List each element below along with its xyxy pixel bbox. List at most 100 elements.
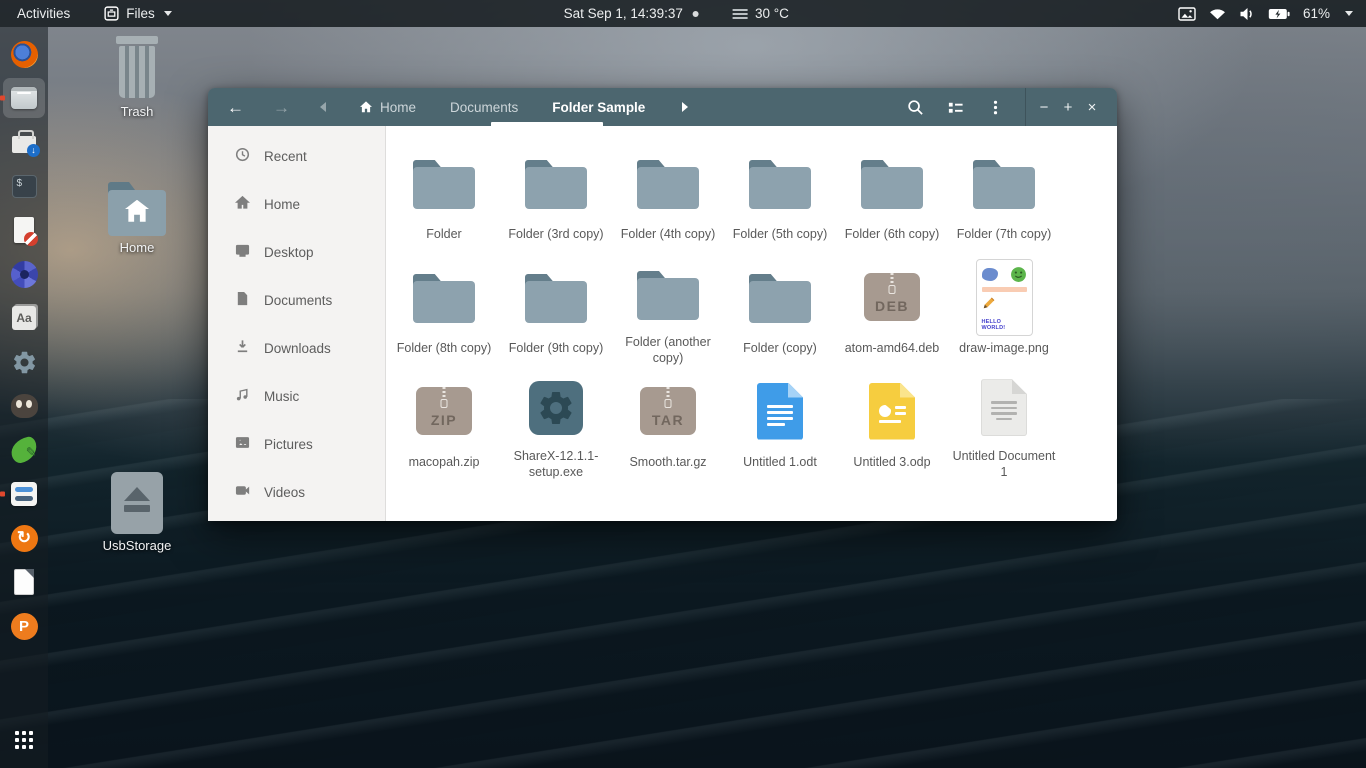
sidebar-item-videos[interactable]: Videos [208,468,385,516]
file-name: macopah.zip [409,454,480,470]
terminal-icon: $ [12,175,37,198]
battery-percent: 61% [1303,6,1330,21]
file-item[interactable]: Folder (8th copy) [390,252,498,366]
odt-document-icon [757,383,803,440]
breadcrumb-folder-sample[interactable]: Folder Sample [535,100,662,115]
file-item[interactable]: ShareX-12.1.1-setup.exe [502,366,610,480]
folder-icon [413,157,475,209]
videos-icon [235,483,250,501]
maximize-button[interactable]: + [1056,88,1080,126]
sidebar-item-music[interactable]: Music [208,372,385,420]
minimize-button[interactable]: − [1032,88,1056,126]
sidebar-item-pictures[interactable]: Pictures [208,420,385,468]
file-item[interactable]: Untitled 1.odt [726,366,834,480]
breadcrumb-label: Folder Sample [552,100,645,115]
volume-icon [1239,7,1255,21]
file-item[interactable]: Folder (another copy) [614,252,722,366]
home-icon [359,100,373,114]
folder-icon [861,157,923,209]
sidebar-item-label: Recent [264,149,307,164]
notification-dot-icon [693,11,699,17]
ubuntu-software-icon [12,136,36,153]
folder-icon [749,157,811,209]
file-item[interactable]: Folder (5th copy) [726,138,834,252]
show-applications-button[interactable] [3,720,45,760]
plain-document-icon [981,379,1027,436]
path-scroll-right-icon[interactable] [682,102,688,112]
window-titlebar[interactable]: ← → HomeDocuments Folder Sample − + × [208,88,1117,126]
dock-item-files[interactable] [3,78,45,118]
dock-item-libreoffice[interactable] [3,562,45,602]
desktop-icon [235,243,250,261]
file-item[interactable]: Folder (7th copy) [950,138,1058,252]
dock-item-leafpad-text-editor[interactable] [3,430,45,470]
pictures-icon [235,435,250,453]
file-item[interactable]: Folder [390,138,498,252]
app-menu[interactable]: Files [104,6,172,21]
breadcrumb-documents[interactable]: Documents [433,100,535,115]
weather-menu-icon [733,9,748,19]
folder-icon [413,271,475,323]
system-tray[interactable]: 61% [1178,6,1366,21]
desktop-icon-home[interactable]: Home [97,180,177,255]
sidebar-item-label: Documents [264,293,332,308]
search-button[interactable] [895,88,935,126]
close-button[interactable]: × [1080,88,1104,126]
archive-badge: DEB [875,298,909,314]
file-name: Folder [426,226,461,242]
desktop-icon-usb[interactable]: UsbStorage [97,472,177,553]
app-grid-icon [15,731,19,735]
back-button[interactable]: ← [221,97,250,118]
file-item[interactable]: Folder (6th copy) [838,138,946,252]
file-item[interactable]: Untitled Document 1 [950,366,1058,480]
weather-indicator[interactable]: 30 °C [733,6,789,21]
sidebar-item-home[interactable]: Home [208,180,385,228]
dock-item-firefox[interactable] [3,34,45,74]
dock-item-terminal[interactable]: $ [3,166,45,206]
dock-item-ubuntu-software[interactable] [3,122,45,162]
dock-item-photo-aperture-app[interactable] [3,254,45,294]
titlebar-separator [1025,88,1026,126]
dock-item-restricted-document-app[interactable] [3,210,45,250]
dock-item-font-viewer[interactable]: Aa [3,298,45,338]
dock-item-gimp[interactable] [3,386,45,426]
file-item[interactable]: HELLO WORLD! draw-image.png [950,252,1058,366]
clock[interactable]: Sat Sep 1, 14:39:37 [564,6,683,21]
desktop-icon-trash[interactable]: Trash [97,36,177,119]
file-name: Smooth.tar.gz [629,454,706,470]
sidebar-item-downloads[interactable]: Downloads [208,324,385,372]
photo-aperture-app-icon [11,261,38,288]
dock-item-p-app[interactable]: P [3,606,45,646]
archive-badge: ZIP [431,412,457,428]
documents-icon [235,291,250,309]
dock-item-gnome-tweaks[interactable] [3,474,45,514]
file-item[interactable]: ZIP macopah.zip [390,366,498,480]
dock-item-settings[interactable] [3,342,45,382]
view-toggle-button[interactable] [935,88,975,126]
dock-item-software-updater[interactable]: ↻ [3,518,45,558]
file-item[interactable]: DEBatom-amd64.deb [838,252,946,366]
file-item[interactable]: Folder (copy) [726,252,834,366]
file-item[interactable]: Untitled 3.odp [838,366,946,480]
gnome-tweaks-icon [11,482,37,506]
sidebar-item-recent[interactable]: Recent [208,132,385,180]
file-item[interactable]: Folder (3rd copy) [502,138,610,252]
file-item[interactable]: Folder (9th copy) [502,252,610,366]
breadcrumb-home[interactable]: Home [342,100,433,115]
folder-icon [973,157,1035,209]
font-viewer-icon: Aa [12,306,36,330]
thumbnail-text: HELLO WORLD! [982,319,1027,331]
forward-button[interactable]: → [267,97,296,118]
path-scroll-left-icon[interactable] [320,102,326,112]
sidebar-item-label: Music [264,389,299,404]
sidebar-item-desktop[interactable]: Desktop [208,228,385,276]
usb-drive-icon [111,472,163,534]
folder-icon [525,157,587,209]
file-item[interactable]: Folder (4th copy) [614,138,722,252]
file-name: draw-image.png [959,340,1049,356]
menu-button[interactable] [975,88,1015,126]
activities-button[interactable]: Activities [13,6,74,21]
archive-badge: TAR [652,412,684,428]
file-item[interactable]: TAR Smooth.tar.gz [614,366,722,480]
sidebar-item-documents[interactable]: Documents [208,276,385,324]
